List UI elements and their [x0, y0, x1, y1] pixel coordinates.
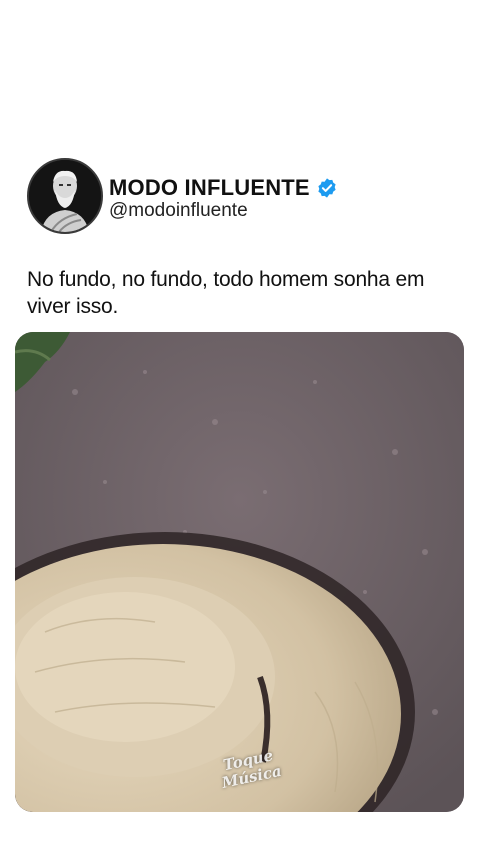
post-card: MODO INFLUENTE @modoinfluente No fundo, …: [0, 0, 480, 854]
name-row: MODO INFLUENTE: [109, 174, 338, 202]
profile-handle[interactable]: @modoinfluente: [109, 200, 248, 222]
philosopher-bust-icon: [29, 160, 101, 232]
straw-hat-video-frame: [15, 332, 464, 812]
verified-badge-icon: [316, 177, 338, 199]
avatar[interactable]: [27, 158, 103, 234]
post-media[interactable]: Toque Música: [15, 332, 464, 812]
post-caption: No fundo, no fundo, todo homem sonha em …: [27, 268, 425, 318]
profile-name[interactable]: MODO INFLUENTE: [109, 175, 310, 201]
profile-header: MODO INFLUENTE @modoinfluente: [27, 158, 457, 236]
